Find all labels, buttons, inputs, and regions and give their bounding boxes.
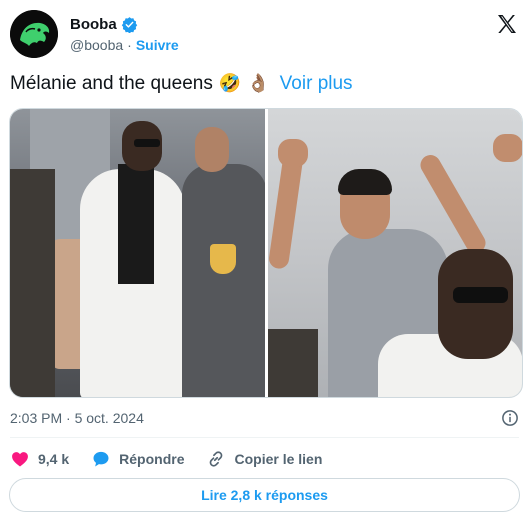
heart-icon [12,452,28,467]
like-button[interactable]: 9,4 k [10,449,69,469]
tweet-header: Booba @booba · Suivre [10,10,519,60]
author-block: Booba @booba · Suivre [70,14,179,54]
link-icon [210,451,223,467]
handle-separator: · [127,37,132,53]
author-name[interactable]: Booba [70,16,117,33]
photo-left[interactable] [10,109,265,397]
avatar[interactable] [10,10,58,58]
rofl-emoji: 🤣 [218,73,242,94]
meta-row: 2:03 PM · 5 oct. 2024 [10,408,519,428]
action-bar: 9,4 k Répondre Copier le lien [10,448,322,470]
media-grid [9,108,523,398]
tweet-body: Mélanie and the queens [10,73,213,94]
photo-right[interactable] [268,109,522,397]
timestamp[interactable]: 2:03 PM · 5 oct. 2024 [10,410,144,426]
see-more-link[interactable]: Voir plus [280,72,353,96]
verified-badge-icon [121,16,137,33]
reply-label: Répondre [119,451,185,467]
divider [10,437,519,438]
author-handle[interactable]: @booba [70,37,123,53]
tweet-text: Mélanie and the queens 🤣 👌🏽 Voir plus [10,72,353,96]
info-icon[interactable] [501,409,519,427]
ok-hand-emoji: 👌🏽 [247,73,270,94]
follow-button[interactable]: Suivre [136,37,179,53]
copy-link-label: Copier le lien [234,451,323,467]
copy-link-button[interactable]: Copier le lien [206,449,322,469]
x-logo-icon[interactable] [495,12,519,36]
avatar-lion-logo [10,10,58,58]
like-count: 9,4 k [38,451,70,467]
reply-button[interactable]: Répondre [91,449,184,469]
reply-bubble-icon [93,451,109,467]
read-replies-button[interactable]: Lire 2,8 k réponses [9,478,520,512]
